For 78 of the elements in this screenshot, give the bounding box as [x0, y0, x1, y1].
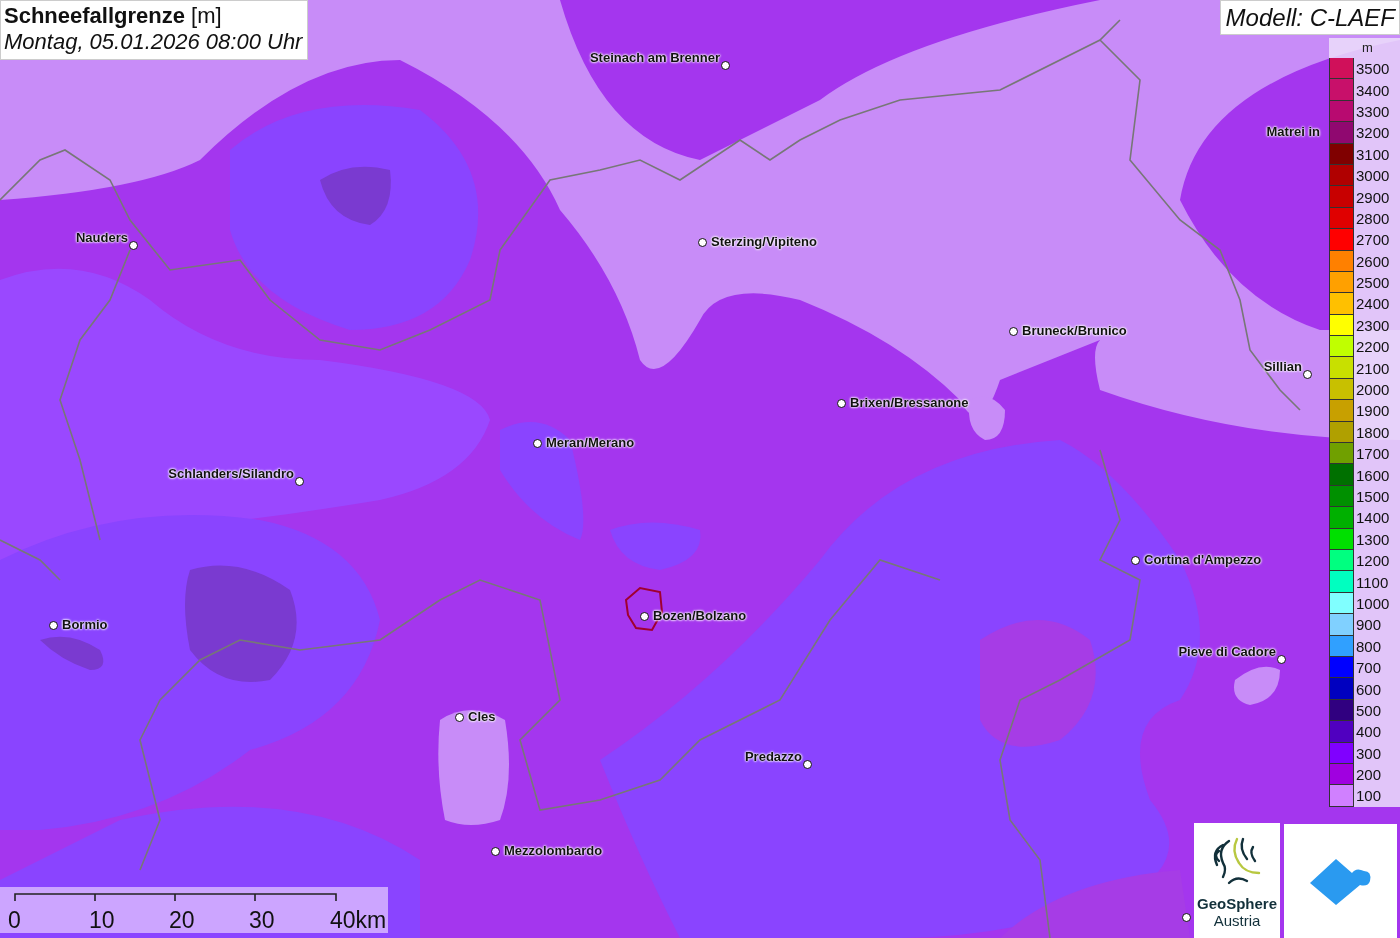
- model-label: Modell: C-LAEF: [1219, 0, 1400, 35]
- legend-value: 1400: [1355, 509, 1390, 527]
- legend-value: 2900: [1355, 188, 1390, 206]
- city-marker-icon: [533, 439, 542, 448]
- city-label: Brixen/Bressanone: [850, 395, 969, 410]
- city-label: Cles: [468, 709, 496, 724]
- legend-value: 600: [1355, 680, 1382, 698]
- city-marker-icon: [1131, 556, 1140, 565]
- legend-value: 200: [1355, 766, 1382, 784]
- legend-value: 2700: [1355, 231, 1390, 249]
- city-marker-icon: [1009, 327, 1018, 336]
- city-label: Bormio: [62, 617, 108, 632]
- logo-country: Austria: [1213, 912, 1261, 929]
- legend-value: 3200: [1355, 124, 1390, 142]
- legend-value: 1600: [1355, 466, 1390, 484]
- legend-value: 2300: [1355, 316, 1390, 334]
- city-label: Predazzo: [744, 749, 802, 764]
- city-marker-icon: [455, 713, 464, 722]
- legend-value: 3100: [1355, 145, 1390, 163]
- city-marker-icon: [49, 621, 58, 630]
- scale-label: 10: [89, 907, 115, 934]
- legend-value: 400: [1355, 723, 1382, 741]
- city-label: Cortina d'Ampezzo: [1144, 552, 1262, 567]
- map-title: Schneefallgrenze [m]: [4, 3, 223, 29]
- legend-value: 1300: [1355, 530, 1390, 548]
- city-label: Pieve di Cadore: [1178, 644, 1276, 659]
- scale-label: 0: [8, 907, 21, 934]
- city-label: Mezzolombardo: [504, 843, 603, 858]
- city-marker-icon: [698, 238, 707, 247]
- city-marker-icon: [803, 760, 812, 769]
- city-marker-icon: [129, 241, 138, 250]
- legend-value: 3000: [1355, 167, 1390, 185]
- city-label: Sterzing/Vipiteno: [711, 234, 817, 249]
- scale-label: 40km: [330, 907, 387, 934]
- city-label: Schlanders/Silandro: [168, 466, 294, 481]
- legend-value: 2100: [1355, 359, 1390, 377]
- legend-value: 1700: [1355, 445, 1390, 463]
- city-label: Matrei in: [1266, 124, 1320, 139]
- legend-value: 100: [1355, 787, 1382, 805]
- scale-label: 30: [249, 907, 275, 934]
- legend-value: 2800: [1355, 209, 1390, 227]
- legend-value: 1000: [1355, 594, 1390, 612]
- city-marker-icon: [721, 61, 730, 70]
- city-marker-icon: [491, 847, 500, 856]
- legend-value: 2500: [1355, 274, 1390, 292]
- city-label: Bruneck/Brunico: [1022, 323, 1127, 338]
- scale-bar-icon: [14, 893, 338, 902]
- legend-value: 3300: [1355, 102, 1390, 120]
- legend-value: 800: [1355, 637, 1382, 655]
- city-marker-icon: [837, 399, 846, 408]
- legend-value: 3500: [1355, 60, 1390, 78]
- city-label: Nauders: [75, 230, 128, 245]
- legend-value: 1100: [1355, 573, 1389, 591]
- city-marker-icon: [1277, 655, 1286, 664]
- legend-value: 300: [1355, 744, 1382, 762]
- legend-value: 2400: [1355, 295, 1390, 313]
- city-marker-icon: [640, 612, 649, 621]
- legend-value: 1200: [1355, 552, 1390, 570]
- legend-value: 900: [1355, 616, 1382, 634]
- logo-name: GeoSphere: [1197, 895, 1277, 912]
- legend-value: 700: [1355, 659, 1382, 677]
- legend-value: 2600: [1355, 252, 1390, 270]
- forecast-datetime: Montag, 05.01.2026 08:00 Uhr: [4, 29, 303, 55]
- legend-value: 1800: [1355, 423, 1390, 441]
- city-marker-icon: [1303, 370, 1312, 379]
- city-label: Meran/Merano: [546, 435, 635, 450]
- legend-value: 3400: [1355, 81, 1390, 99]
- city-marker-icon: [1182, 913, 1191, 922]
- city-label: Steinach am Brenner: [589, 50, 720, 65]
- legend-value: 1900: [1355, 402, 1390, 420]
- legend-value: 1500: [1355, 488, 1390, 505]
- scale-label: 20: [169, 907, 195, 934]
- legend-value: 2200: [1355, 338, 1390, 356]
- city-label: Sillian: [1263, 359, 1302, 374]
- legend-unit: m: [1361, 39, 1374, 57]
- legend-value: 2000: [1355, 381, 1390, 399]
- city-marker-icon: [295, 477, 304, 486]
- legend-value: 500: [1355, 701, 1382, 719]
